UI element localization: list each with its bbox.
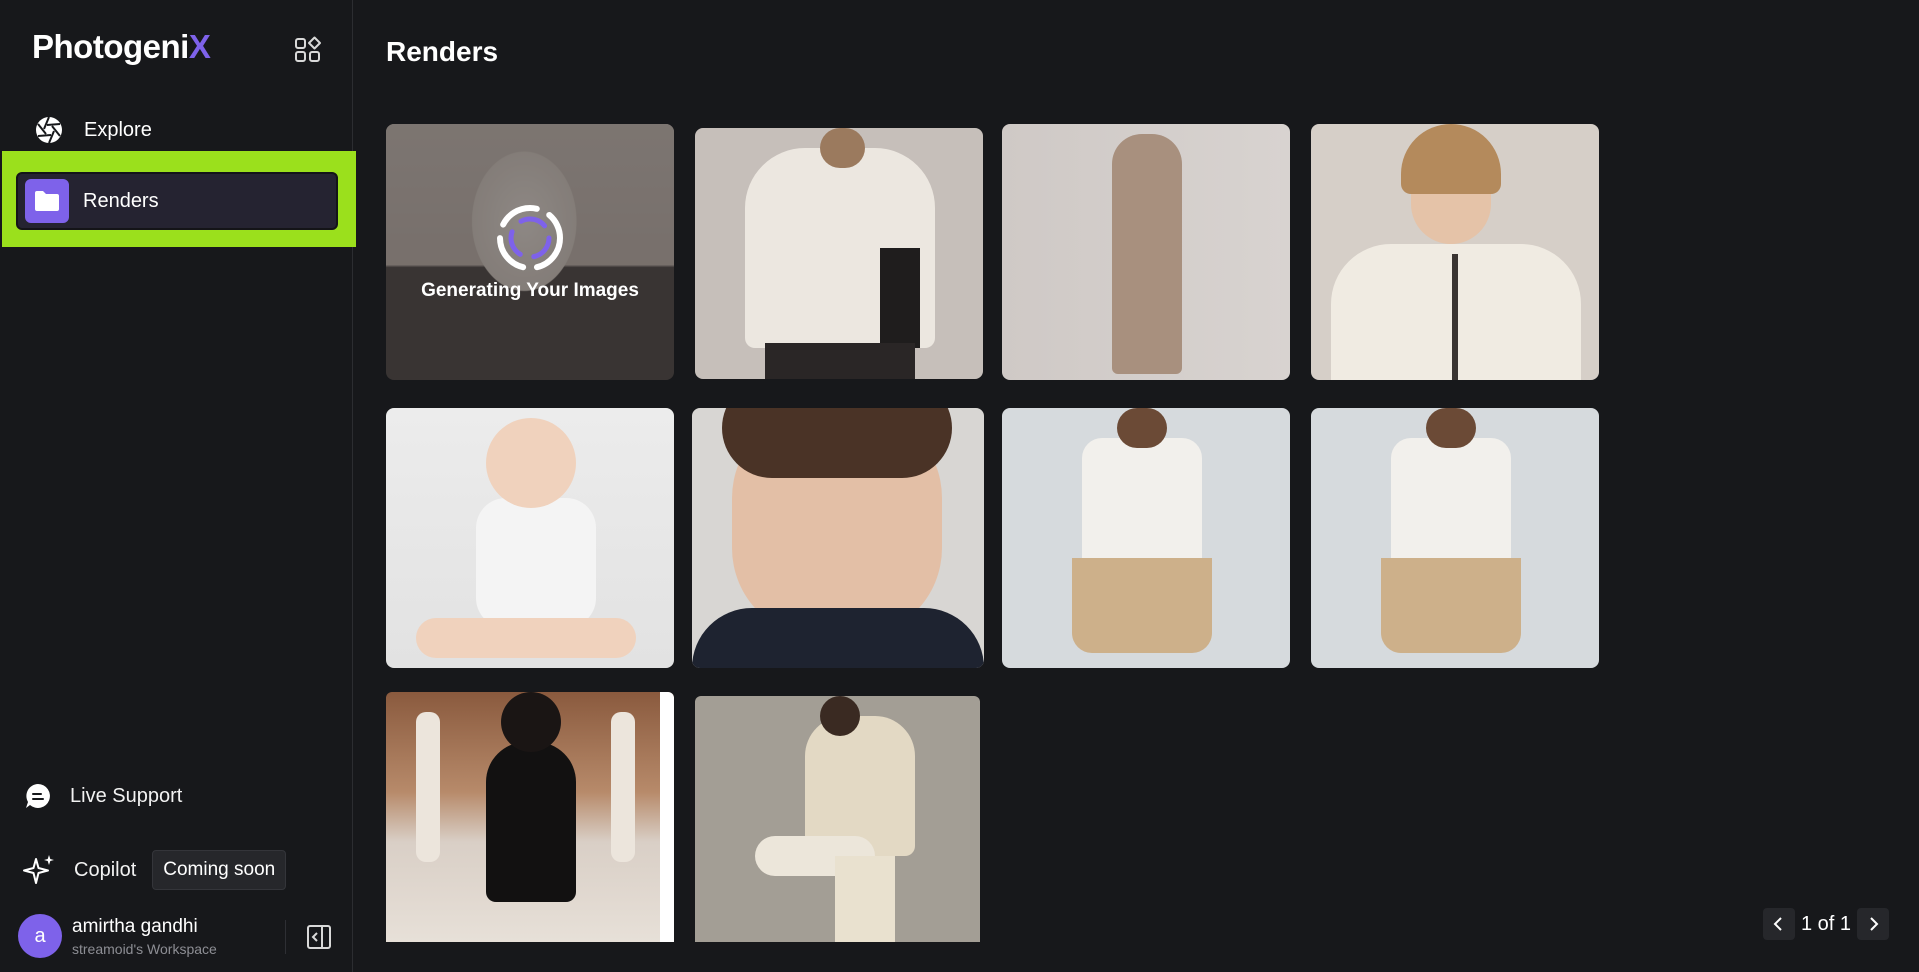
generating-overlay: Generating Your Images [386,124,674,380]
loading-spinner-icon [497,205,563,271]
sidebar-item-renders[interactable]: Renders [16,172,338,230]
sidebar-item-label: Explore [84,118,152,141]
apps-grid-icon[interactable] [294,36,322,64]
collapse-sidebar-icon[interactable] [304,922,334,952]
page-title: Renders [386,36,499,67]
aperture-icon [28,109,70,151]
user-workspace: streamoid's Workspace [72,940,217,957]
render-tile-woman-white-jacket[interactable] [1311,124,1599,380]
chevron-right-icon [1870,917,1879,931]
live-support-label: Live Support [70,784,183,807]
sidebar-item-explore[interactable]: Explore [20,102,336,158]
chevron-left-icon [1773,917,1782,931]
user-name: amirtha gandhi [72,915,198,937]
divider [285,920,286,954]
folder-icon [25,179,69,223]
coming-soon-badge: Coming soon [152,850,287,890]
pagination: 1 of 1 [1762,908,1889,940]
render-tile-hoodie-dress[interactable] [1002,124,1290,380]
sparkle-icon [23,855,54,884]
render-tile-woman-cream-suit[interactable] [695,696,980,942]
render-tile-calvin-klein-jacket[interactable] [695,128,983,379]
chat-bubble-icon [26,784,50,808]
previous-page-button[interactable] [1762,908,1795,940]
sidebar: PhotogeniX Explore [0,0,353,972]
render-tile-woman-jacket[interactable]: Generating Your Images [386,124,674,380]
logo-text: Photogeni [32,28,189,65]
avatar: a [18,914,62,958]
sidebar-item-label: Renders [83,189,159,212]
render-tile-woman-white-top-2[interactable] [1311,408,1599,668]
render-tile-boy-face[interactable] [692,408,984,668]
copilot-label: Copilot [74,858,137,881]
app-logo[interactable]: PhotogeniX [32,28,211,66]
render-tile-toddler[interactable] [386,408,674,668]
render-tile-girl-black-dress[interactable] [386,692,674,942]
render-tile-woman-white-top-1[interactable] [1002,408,1290,668]
user-profile[interactable]: a amirtha gandhi streamoid's Workspace [18,914,217,958]
generating-text: Generating Your Images [421,280,639,301]
logo-accent: X [188,28,211,65]
copilot-button[interactable]: Copilot Coming soon [22,850,287,890]
page-indicator: 1 of 1 [1800,912,1851,935]
live-support-button[interactable]: Live Support [24,782,182,810]
next-page-button[interactable] [1857,908,1889,940]
